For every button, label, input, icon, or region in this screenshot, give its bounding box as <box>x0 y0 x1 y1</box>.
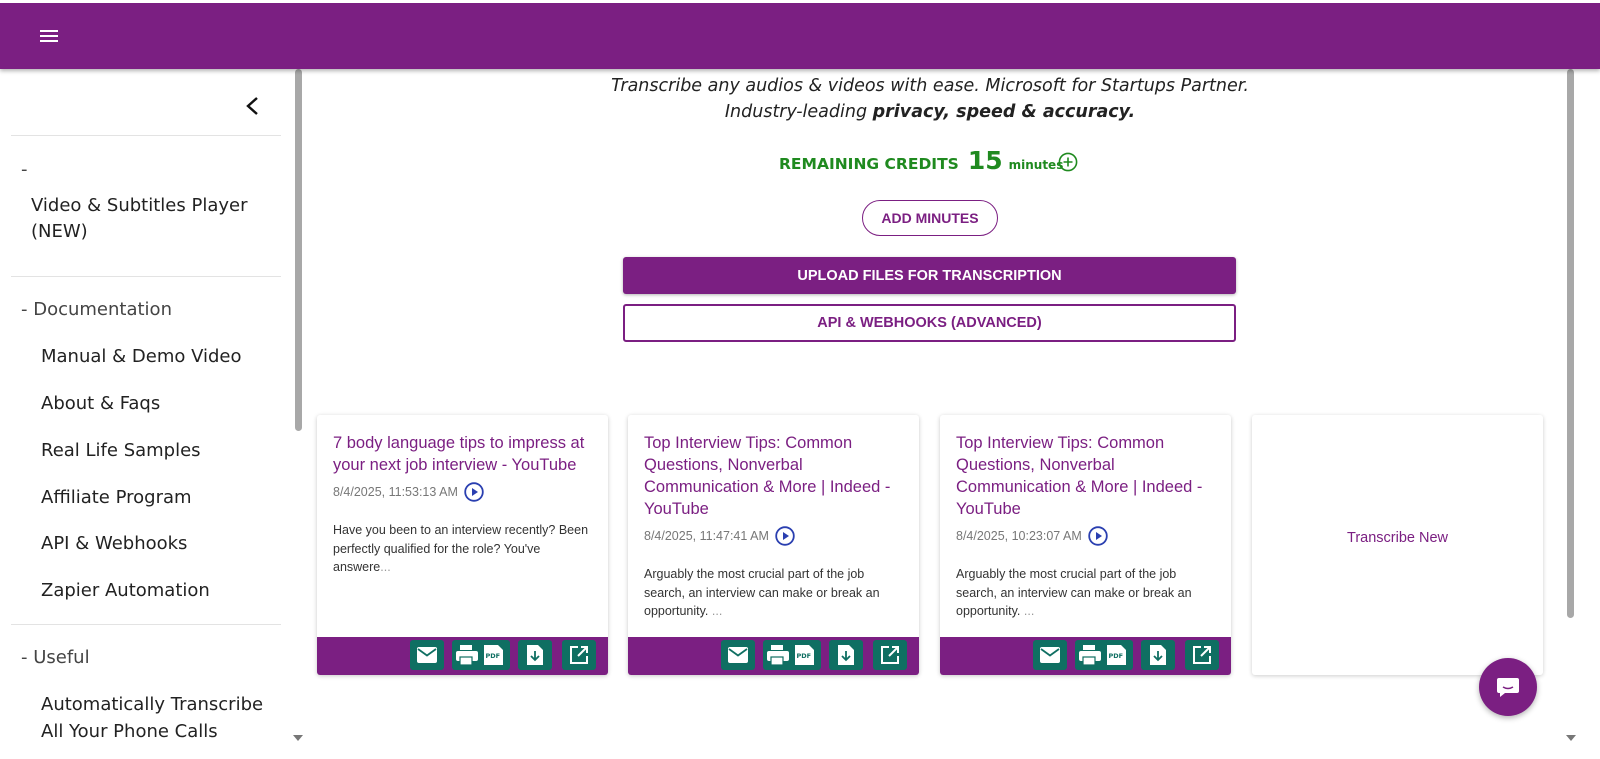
card-action-bar: PDF <box>317 637 608 675</box>
api-webhooks-button[interactable]: API & WEBHOOKS (ADVANCED) <box>623 304 1236 342</box>
sidebar-item-phone-calls-2[interactable]: All Your Phone Calls <box>41 719 218 745</box>
email-icon[interactable] <box>410 640 444 670</box>
open-external-icon[interactable] <box>1185 640 1219 670</box>
sidebar-scroll-down-icon[interactable] <box>293 735 303 741</box>
card-title[interactable]: Top Interview Tips: Common Questions, No… <box>644 432 908 520</box>
card-date: 8/4/2025, 11:47:41 AM <box>644 526 795 546</box>
sidebar-item-video-player-new[interactable]: (NEW) <box>31 219 88 245</box>
card-description: Arguably the most crucial part of the jo… <box>644 567 880 618</box>
sidebar-item-phone-calls[interactable]: Automatically Transcribe <box>41 692 263 718</box>
sidebar-divider <box>11 276 281 277</box>
add-credits-icon[interactable] <box>1058 152 1078 172</box>
sidebar-divider <box>11 135 281 136</box>
card-date: 8/4/2025, 11:53:13 AM <box>333 482 484 502</box>
sidebar-section-useful[interactable]: - Useful <box>21 645 90 671</box>
chat-icon[interactable] <box>1479 658 1537 716</box>
upload-files-button[interactable]: UPLOAD FILES FOR TRANSCRIPTION <box>623 257 1236 294</box>
email-icon[interactable] <box>721 640 755 670</box>
credits-value: 15 <box>967 146 1003 175</box>
transcription-card: Top Interview Tips: Common Questions, No… <box>628 415 919 675</box>
hero-line-1: Transcribe any audios & videos with ease… <box>611 76 1249 96</box>
sidebar-section-heading: - <box>21 159 28 180</box>
hero-line-2: Industry-leading privacy, speed & accura… <box>724 102 1136 122</box>
print-pdf-icon[interactable]: PDF <box>1075 640 1133 670</box>
open-external-icon[interactable] <box>562 640 596 670</box>
play-icon[interactable] <box>464 482 484 502</box>
chevron-left-icon[interactable] <box>242 95 264 117</box>
page-scrollbar-thumb[interactable] <box>1567 69 1574 618</box>
sidebar-item-about-faqs[interactable]: About & Faqs <box>41 391 160 417</box>
sidebar-item-affiliate[interactable]: Affiliate Program <box>41 485 192 511</box>
sidebar-divider <box>11 624 281 625</box>
download-icon[interactable] <box>1141 640 1175 670</box>
transcribe-new-link[interactable]: Transcribe New <box>1252 530 1543 546</box>
card-date-text: 8/4/2025, 11:47:41 AM <box>644 529 769 543</box>
credits-label: REMAINING CREDITS <box>779 155 959 173</box>
card-date-text: 8/4/2025, 11:53:13 AM <box>333 485 458 499</box>
card-description: Have you been to an interview recently? … <box>333 523 589 574</box>
card-description: Arguably the most crucial part of the jo… <box>956 567 1192 618</box>
sidebar-section-documentation[interactable]: - Documentation <box>21 297 172 323</box>
card-action-bar: PDF <box>628 637 919 675</box>
sidebar-item-manual[interactable]: Manual & Demo Video <box>41 344 242 370</box>
card-date: 8/4/2025, 10:23:07 AM <box>956 526 1108 546</box>
card-title[interactable]: 7 body language tips to impress at your … <box>333 432 597 476</box>
play-icon[interactable] <box>775 526 795 546</box>
play-icon[interactable] <box>1088 526 1108 546</box>
download-icon[interactable] <box>518 640 552 670</box>
transcribe-new-card[interactable]: Transcribe New <box>1252 415 1543 675</box>
remaining-credits: REMAINING CREDITS 15 minutes <box>779 146 1063 180</box>
svg-text:PDF: PDF <box>1109 652 1124 660</box>
page-scroll-down-icon[interactable] <box>1566 735 1576 741</box>
sidebar-item-real-life-samples[interactable]: Real Life Samples <box>41 438 201 464</box>
top-app-bar <box>0 0 1600 69</box>
card-date-text: 8/4/2025, 10:23:07 AM <box>956 529 1082 543</box>
sidebar: - Video & Subtitles Player (NEW) - Docum… <box>0 69 292 759</box>
email-icon[interactable] <box>1033 640 1067 670</box>
card-action-bar: PDF <box>940 637 1231 675</box>
download-icon[interactable] <box>829 640 863 670</box>
svg-text:PDF: PDF <box>486 652 501 660</box>
transcription-card: 7 body language tips to impress at your … <box>317 415 608 675</box>
main-content: Transcribe any audios & videos with ease… <box>304 69 1564 759</box>
sidebar-item-video-player[interactable]: Video & Subtitles Player <box>31 193 247 219</box>
open-external-icon[interactable] <box>873 640 907 670</box>
card-title[interactable]: Top Interview Tips: Common Questions, No… <box>956 432 1220 520</box>
sidebar-item-api-webhooks[interactable]: API & Webhooks <box>41 531 187 557</box>
sidebar-scrollbar-thumb[interactable] <box>295 69 302 431</box>
add-minutes-button[interactable]: ADD MINUTES <box>862 200 998 236</box>
credits-unit: minutes <box>1008 158 1064 172</box>
sidebar-item-zapier[interactable]: Zapier Automation <box>41 578 210 604</box>
svg-text:PDF: PDF <box>797 652 812 660</box>
hamburger-icon[interactable] <box>36 25 62 47</box>
transcription-card: Top Interview Tips: Common Questions, No… <box>940 415 1231 675</box>
hero-tagline: Transcribe any audios & videos with ease… <box>304 73 1556 125</box>
print-pdf-icon[interactable]: PDF <box>452 640 510 670</box>
print-pdf-icon[interactable]: PDF <box>763 640 821 670</box>
